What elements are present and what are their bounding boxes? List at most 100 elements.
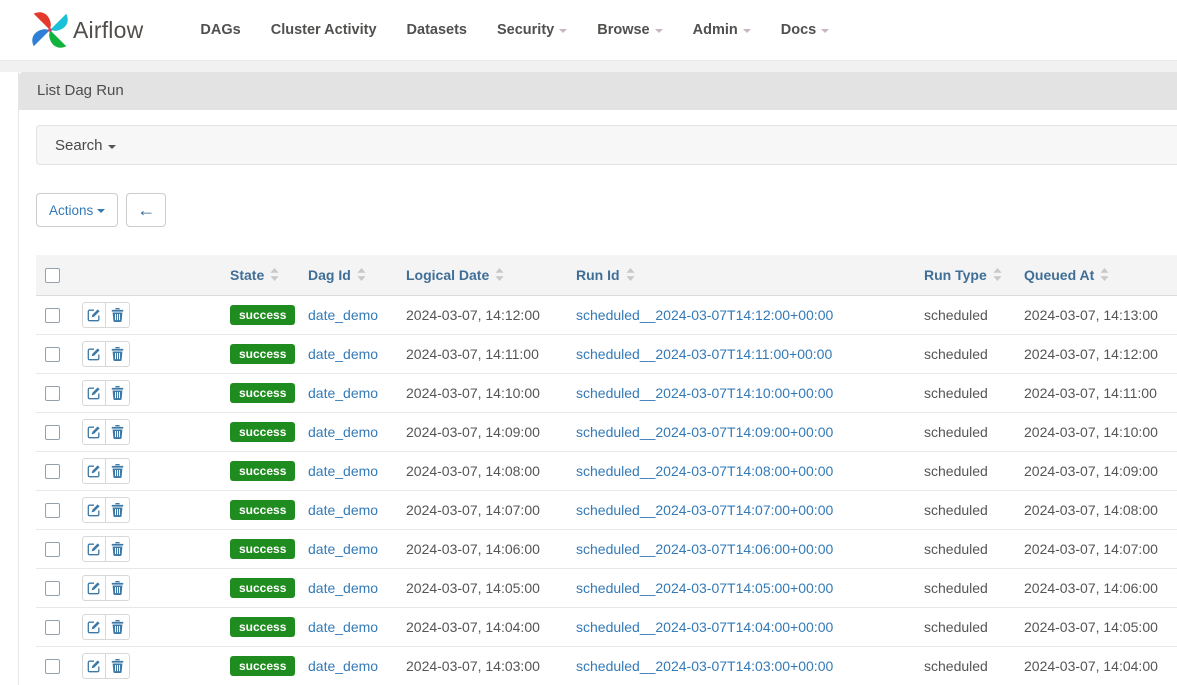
- dag-id-link[interactable]: date_demo: [308, 580, 378, 596]
- delete-button[interactable]: [106, 342, 129, 366]
- dag-id-link[interactable]: date_demo: [308, 307, 378, 323]
- state-badge: success: [230, 500, 295, 520]
- navbar-item-cluster-activity[interactable]: Cluster Activity: [256, 0, 392, 61]
- edit-button[interactable]: [83, 615, 106, 639]
- table-row: success date_demo 2024-03-07, 14:08:00 s…: [36, 451, 1177, 490]
- delete-button[interactable]: [106, 459, 129, 483]
- edit-button[interactable]: [83, 420, 106, 444]
- queued-at-cell: 2024-03-07, 14:10:00: [1018, 412, 1177, 451]
- delete-button[interactable]: [106, 615, 129, 639]
- state-badge: success: [230, 422, 295, 442]
- select-all-checkbox[interactable]: [45, 268, 60, 283]
- queued-at-cell: 2024-03-07, 14:04:00: [1018, 646, 1177, 685]
- actions-toolbar: Actions ←: [36, 193, 1177, 227]
- row-checkbox[interactable]: [45, 542, 60, 557]
- run-id-link[interactable]: scheduled__2024-03-07T14:04:00+00:00: [576, 619, 833, 635]
- edit-button[interactable]: [83, 537, 106, 561]
- search-dropdown[interactable]: Search: [36, 125, 1177, 165]
- delete-button[interactable]: [106, 537, 129, 561]
- run-id-link[interactable]: scheduled__2024-03-07T14:06:00+00:00: [576, 541, 833, 557]
- run-id-link[interactable]: scheduled__2024-03-07T14:07:00+00:00: [576, 502, 833, 518]
- queued-at-cell: 2024-03-07, 14:13:00: [1018, 295, 1177, 334]
- row-checkbox[interactable]: [45, 308, 60, 323]
- navbar-item-dags[interactable]: DAGs: [185, 0, 255, 61]
- trash-icon: [111, 347, 124, 361]
- dag-id-link[interactable]: date_demo: [308, 619, 378, 635]
- row-checkbox[interactable]: [45, 620, 60, 635]
- logical-date-cell: 2024-03-07, 14:09:00: [400, 412, 570, 451]
- edit-icon: [87, 542, 101, 556]
- edit-button[interactable]: [83, 381, 106, 405]
- trash-icon: [111, 464, 124, 478]
- queued-at-cell: 2024-03-07, 14:11:00: [1018, 373, 1177, 412]
- caret-down-icon: [97, 209, 105, 213]
- row-checkbox[interactable]: [45, 659, 60, 674]
- row-checkbox[interactable]: [45, 464, 60, 479]
- run-id-link[interactable]: scheduled__2024-03-07T14:03:00+00:00: [576, 658, 833, 674]
- trash-icon: [111, 308, 124, 322]
- delete-button[interactable]: [106, 381, 129, 405]
- queued-at-cell: 2024-03-07, 14:09:00: [1018, 451, 1177, 490]
- dag-id-link[interactable]: date_demo: [308, 385, 378, 401]
- run-id-link[interactable]: scheduled__2024-03-07T14:08:00+00:00: [576, 463, 833, 479]
- logical-date-cell: 2024-03-07, 14:12:00: [400, 295, 570, 334]
- run-id-link[interactable]: scheduled__2024-03-07T14:10:00+00:00: [576, 385, 833, 401]
- queued-at-cell: 2024-03-07, 14:07:00: [1018, 529, 1177, 568]
- run-id-link[interactable]: scheduled__2024-03-07T14:12:00+00:00: [576, 307, 833, 323]
- sort-icon[interactable]: [1100, 268, 1109, 281]
- row-checkbox[interactable]: [45, 347, 60, 362]
- airflow-logo[interactable]: Airflow: [28, 8, 143, 52]
- table-row: success date_demo 2024-03-07, 14:03:00 s…: [36, 646, 1177, 685]
- actions-button[interactable]: Actions: [36, 193, 118, 227]
- sort-icon[interactable]: [357, 268, 366, 281]
- edit-button[interactable]: [83, 342, 106, 366]
- dag-id-link[interactable]: date_demo: [308, 346, 378, 362]
- delete-button[interactable]: [106, 303, 129, 327]
- caret-down-icon: [821, 29, 829, 33]
- sort-icon[interactable]: [993, 268, 1002, 281]
- delete-button[interactable]: [106, 420, 129, 444]
- dag-id-link[interactable]: date_demo: [308, 541, 378, 557]
- state-badge: success: [230, 617, 295, 637]
- dag-id-link[interactable]: date_demo: [308, 463, 378, 479]
- row-checkbox[interactable]: [45, 503, 60, 518]
- dag-id-link[interactable]: date_demo: [308, 502, 378, 518]
- row-checkbox[interactable]: [45, 581, 60, 596]
- caret-down-icon: [108, 145, 116, 149]
- run-id-link[interactable]: scheduled__2024-03-07T14:11:00+00:00: [576, 346, 832, 362]
- search-label: Search: [55, 137, 103, 154]
- sort-icon[interactable]: [270, 268, 279, 281]
- run-id-link[interactable]: scheduled__2024-03-07T14:09:00+00:00: [576, 424, 833, 440]
- sort-icon[interactable]: [495, 268, 504, 281]
- navbar-item-admin[interactable]: Admin: [678, 0, 766, 61]
- navbar-item-security[interactable]: Security: [482, 0, 582, 61]
- run-type-cell: scheduled: [918, 529, 1018, 568]
- state-badge: success: [230, 344, 295, 364]
- navbar-item-datasets[interactable]: Datasets: [392, 0, 482, 61]
- navbar-item-browse[interactable]: Browse: [582, 0, 677, 61]
- back-button[interactable]: ←: [126, 193, 166, 227]
- delete-button[interactable]: [106, 654, 129, 678]
- run-type-cell: scheduled: [918, 412, 1018, 451]
- row-checkbox[interactable]: [45, 425, 60, 440]
- edit-button[interactable]: [83, 654, 106, 678]
- logical-date-cell: 2024-03-07, 14:07:00: [400, 490, 570, 529]
- row-actions: [82, 458, 130, 484]
- arrow-left-icon: ←: [137, 200, 155, 221]
- table-row: success date_demo 2024-03-07, 14:06:00 s…: [36, 529, 1177, 568]
- edit-button[interactable]: [83, 576, 106, 600]
- delete-button[interactable]: [106, 576, 129, 600]
- delete-button[interactable]: [106, 498, 129, 522]
- navbar-item-docs[interactable]: Docs: [766, 0, 844, 61]
- dag-id-link[interactable]: date_demo: [308, 424, 378, 440]
- sort-icon[interactable]: [626, 268, 635, 281]
- run-type-cell: scheduled: [918, 490, 1018, 529]
- run-id-link[interactable]: scheduled__2024-03-07T14:05:00+00:00: [576, 580, 833, 596]
- edit-button[interactable]: [83, 303, 106, 327]
- edit-button[interactable]: [83, 459, 106, 483]
- dag-id-link[interactable]: date_demo: [308, 658, 378, 674]
- row-checkbox[interactable]: [45, 386, 60, 401]
- caret-down-icon: [559, 29, 567, 33]
- edit-button[interactable]: [83, 498, 106, 522]
- edit-icon: [87, 620, 101, 634]
